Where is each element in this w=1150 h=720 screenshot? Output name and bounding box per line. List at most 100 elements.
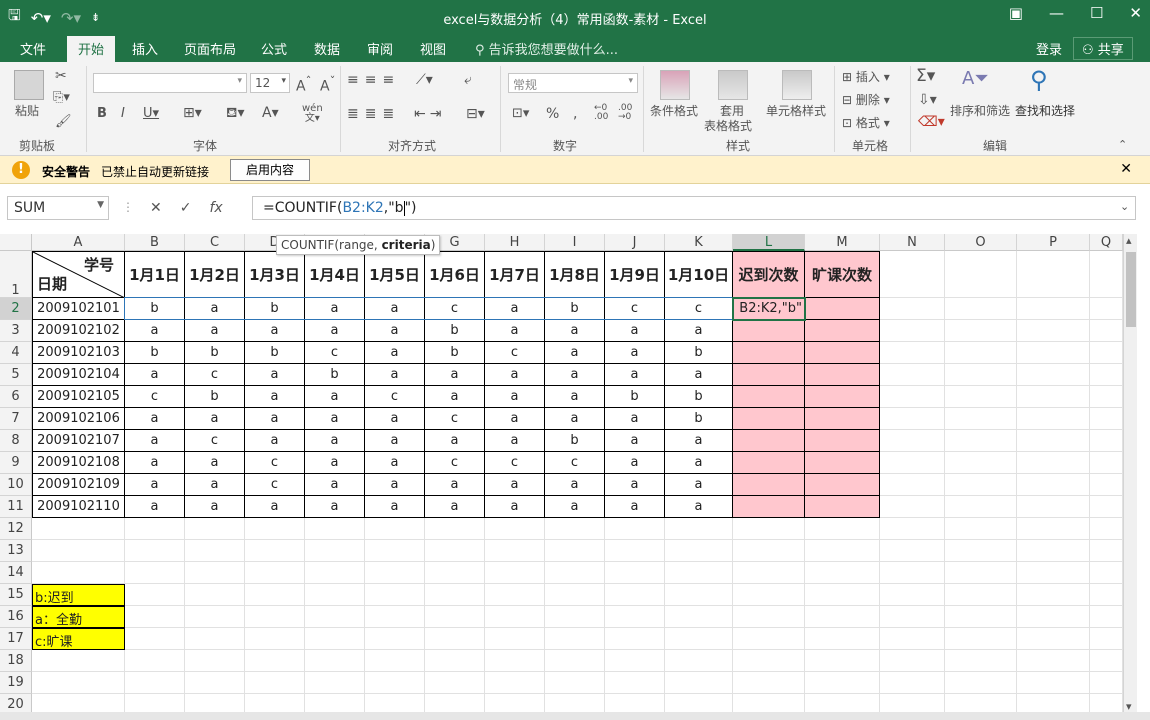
conditional-format-button[interactable]: 条件格式 <box>650 102 698 119</box>
attendance-cell[interactable]: a <box>605 320 665 342</box>
attendance-cell[interactable]: b <box>185 386 245 408</box>
attendance-cell[interactable]: c <box>425 452 485 474</box>
indent-icons[interactable]: ⇤⇥ <box>414 106 445 122</box>
attendance-cell[interactable]: b <box>425 320 485 342</box>
wrap-text-icon[interactable]: ⤶ <box>464 72 472 88</box>
paste-icon[interactable] <box>14 70 44 100</box>
close-icon[interactable]: ✕ <box>1129 4 1142 22</box>
attendance-cell[interactable]: a <box>485 320 545 342</box>
attendance-cell[interactable]: a <box>245 430 305 452</box>
attendance-cell[interactable]: a <box>665 496 733 518</box>
attendance-cell[interactable]: a <box>305 452 365 474</box>
shrink-font-icon[interactable]: Aˇ <box>320 74 335 95</box>
insert-function-icon[interactable]: fx <box>209 200 222 216</box>
date-header-cell[interactable]: 1月7日 <box>485 251 545 298</box>
decrease-decimal-icon[interactable]: .00 →0 <box>618 104 632 122</box>
attendance-cell[interactable]: a <box>545 408 605 430</box>
late-count-cell[interactable] <box>733 386 805 408</box>
attendance-cell[interactable]: c <box>185 364 245 386</box>
student-id-cell[interactable]: 2009102109 <box>32 474 125 496</box>
date-header-cell[interactable]: 1月2日 <box>185 251 245 298</box>
border-icon[interactable]: ⊞▾ <box>183 105 202 121</box>
row-header-14[interactable]: 14 <box>0 562 32 584</box>
attendance-cell[interactable]: b <box>545 430 605 452</box>
number-format-dropdown[interactable]: 常规 ▾ <box>508 73 638 93</box>
late-count-cell[interactable] <box>733 408 805 430</box>
date-header-cell[interactable]: 1月4日 <box>305 251 365 298</box>
attendance-cell[interactable]: c <box>185 430 245 452</box>
attendance-cell[interactable]: a <box>665 320 733 342</box>
tab-insert[interactable]: 插入 <box>132 39 158 58</box>
attendance-cell[interactable]: a <box>425 364 485 386</box>
cell-style-icon[interactable] <box>782 70 812 100</box>
attendance-cell[interactable]: a <box>425 430 485 452</box>
attendance-cell[interactable]: a <box>485 496 545 518</box>
attendance-cell[interactable]: a <box>605 452 665 474</box>
student-id-cell[interactable]: 2009102107 <box>32 430 125 452</box>
attendance-cell[interactable]: a <box>125 320 185 342</box>
font-size-dropdown[interactable]: 12 ▾ <box>250 73 290 93</box>
row-header-13[interactable]: 13 <box>0 540 32 562</box>
select-all-corner[interactable] <box>0 234 32 251</box>
percent-icon[interactable]: % <box>546 106 559 122</box>
attendance-cell[interactable]: a <box>245 364 305 386</box>
attendance-cell[interactable]: a <box>545 496 605 518</box>
date-header-cell[interactable]: 1月5日 <box>365 251 425 298</box>
date-header-cell[interactable]: 1月10日 <box>665 251 733 298</box>
tab-home[interactable]: 开始 <box>67 36 116 62</box>
attendance-cell[interactable]: a <box>245 386 305 408</box>
bold-icon[interactable]: B <box>97 106 107 121</box>
late-count-cell[interactable] <box>733 474 805 496</box>
table-format-icon[interactable] <box>718 70 748 100</box>
attendance-cell[interactable]: a <box>365 474 425 496</box>
attendance-cell[interactable]: b <box>425 342 485 364</box>
attendance-cell[interactable]: a <box>305 474 365 496</box>
attendance-cell[interactable]: c <box>245 474 305 496</box>
comma-icon[interactable]: , <box>573 106 577 122</box>
late-count-cell[interactable] <box>733 496 805 518</box>
attendance-cell[interactable]: a <box>305 408 365 430</box>
tab-file[interactable]: 文件 <box>20 39 46 58</box>
attendance-cell[interactable]: b <box>245 342 305 364</box>
attendance-cell[interactable]: a <box>665 452 733 474</box>
ribbon-display-icon[interactable]: ▣ <box>1009 4 1023 22</box>
column-header-q[interactable]: Q <box>1090 234 1123 251</box>
absent-count-header[interactable]: 旷课次数 <box>805 251 880 298</box>
vertical-scrollbar[interactable]: ▴ ▾ <box>1123 234 1137 720</box>
absent-count-cell[interactable] <box>805 320 880 342</box>
vertical-align-icons[interactable]: ≡≡≡ <box>347 72 400 88</box>
attendance-cell[interactable]: a <box>545 474 605 496</box>
formula-bar[interactable]: =COUNTIF(B2:K2,"b") <box>252 196 1136 220</box>
attendance-cell[interactable]: a <box>305 496 365 518</box>
legend-cell[interactable]: a：全勤 <box>32 606 125 628</box>
increase-decimal-icon[interactable]: ←0.00 <box>594 104 608 122</box>
paste-button[interactable]: 粘贴 <box>15 102 39 119</box>
row-header-16[interactable]: 16 <box>0 606 32 628</box>
absent-count-cell[interactable] <box>805 386 880 408</box>
student-id-cell[interactable]: 2009102103 <box>32 342 125 364</box>
scroll-up-icon[interactable]: ▴ <box>1126 234 1132 247</box>
column-header-b[interactable]: B <box>125 234 185 251</box>
name-box[interactable]: SUM ▼ <box>7 196 109 220</box>
tell-me-box[interactable]: ⚲ 告诉我您想要做什么... <box>475 39 618 58</box>
row-header-5[interactable]: 5 <box>0 364 32 386</box>
attendance-cell[interactable]: a <box>125 430 185 452</box>
font-name-dropdown[interactable]: ▾ <box>93 73 247 93</box>
late-count-cell[interactable] <box>733 364 805 386</box>
attendance-cell[interactable]: a <box>365 364 425 386</box>
font-color-icon[interactable]: A▾ <box>262 105 279 121</box>
underline-icon[interactable]: U▾ <box>143 106 159 121</box>
format-cells-button[interactable]: ⊡ 格式 ▾ <box>842 114 890 131</box>
absent-count-cell[interactable] <box>805 408 880 430</box>
row-header-1[interactable]: 1 <box>0 251 32 298</box>
absent-count-cell[interactable] <box>805 298 880 320</box>
attendance-cell[interactable]: a <box>365 452 425 474</box>
attendance-cell[interactable]: a <box>125 364 185 386</box>
attendance-cell[interactable]: c <box>485 342 545 364</box>
attendance-cell[interactable]: a <box>125 496 185 518</box>
column-header-c[interactable]: C <box>185 234 245 251</box>
late-count-cell[interactable] <box>733 452 805 474</box>
format-painter-icon[interactable]: 🖌 <box>55 114 72 129</box>
fill-icon[interactable]: ⇩▾ <box>918 92 937 108</box>
cell-style-button[interactable]: 单元格样式 <box>766 102 826 119</box>
